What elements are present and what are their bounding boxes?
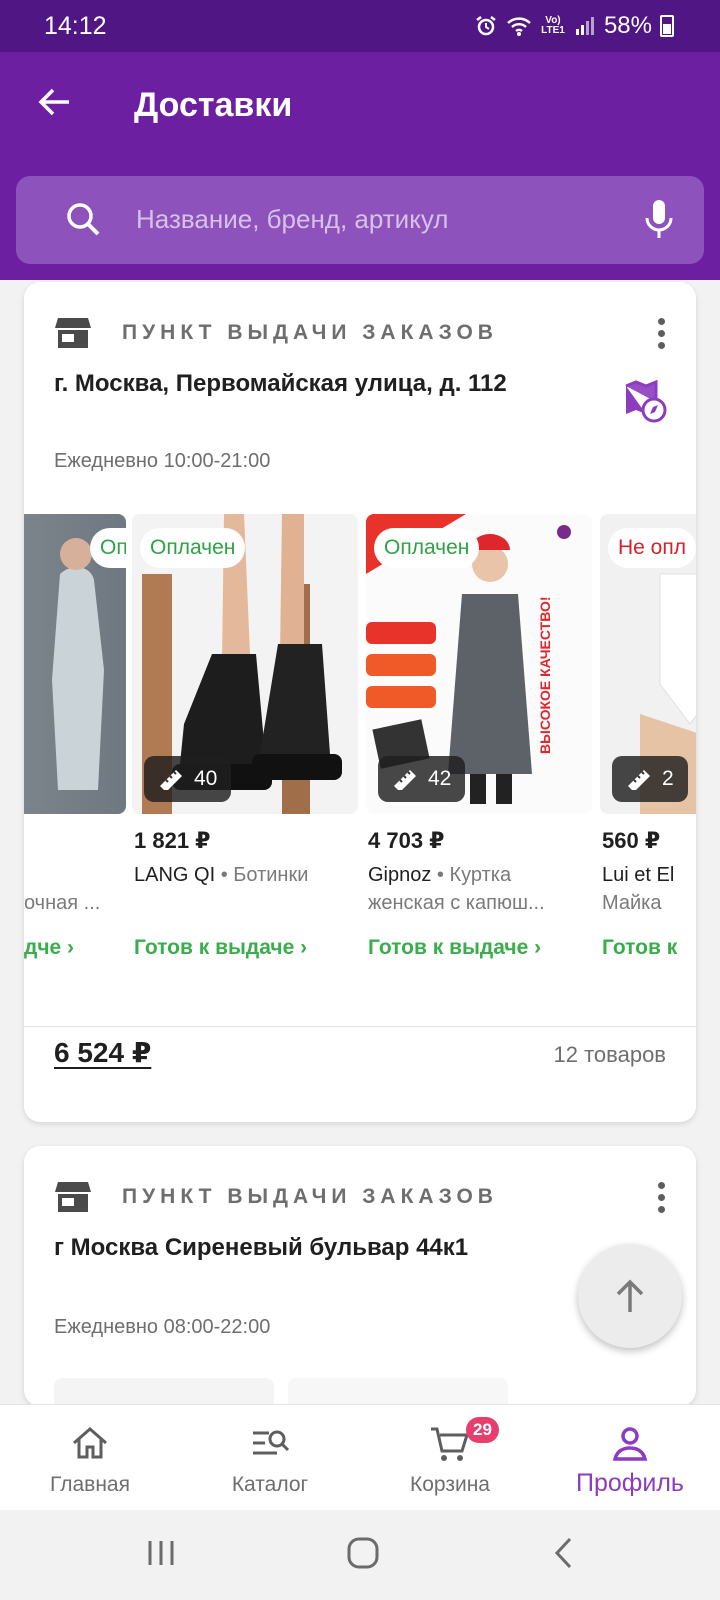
size-chip: 42 <box>378 756 466 802</box>
search-icon <box>67 203 100 236</box>
product-image-placeholder <box>54 1378 274 1406</box>
ruler-icon <box>628 770 650 790</box>
product-name: женская с капюш... <box>368 892 545 914</box>
product-status[interactable]: Готов к выдаче › <box>134 936 307 960</box>
nav-label: Корзина <box>410 1473 490 1496</box>
product-image: Оплачен <box>24 514 126 814</box>
store-icon <box>55 318 91 348</box>
catalog-search-icon <box>246 1425 294 1465</box>
page-title: Доставки <box>134 86 293 124</box>
product-status[interactable]: Готов к выдаче › <box>368 936 541 960</box>
home-circle-icon[interactable] <box>346 1536 380 1570</box>
nav-item-catalog[interactable]: Каталог <box>180 1405 360 1511</box>
map-route-icon[interactable] <box>622 378 668 424</box>
product-image: ВЫСОКОЕ КАЧЕСТВО! Оплачен 42 <box>366 514 592 814</box>
size-value: 42 <box>428 767 452 790</box>
search-bar[interactable]: Название, бренд, артикул <box>16 176 704 264</box>
status-icons: Vo) LTE1 58% <box>474 12 674 40</box>
product-category: Ботинки <box>233 864 309 886</box>
product-price: 4 703 ₽ <box>368 828 445 853</box>
nav-item-profile[interactable]: Профиль <box>540 1405 720 1511</box>
recent-apps-icon[interactable] <box>146 1538 176 1568</box>
cart-count-badge: 29 <box>466 1417 499 1443</box>
svg-text:ВЫСОКОЕ КАЧЕСТВО!: ВЫСОКОЕ КАЧЕСТВО! <box>537 596 553 754</box>
arrow-left-icon <box>38 88 69 116</box>
pickup-point-type: ПУНКТ ВЫДАЧИ ЗАКАЗОВ <box>122 321 498 344</box>
payment-badge: Не опл <box>608 528 696 568</box>
pickup-hours: Ежедневно 10:00-21:00 <box>54 450 271 472</box>
pickup-point-type: ПУНКТ ВЫДАЧИ ЗАКАЗОВ <box>122 1185 498 1208</box>
nav-label: Каталог <box>231 1473 309 1496</box>
product-brand-line: Gipnoz • Куртка <box>368 864 512 886</box>
system-navigation-bar <box>0 1510 720 1600</box>
more-options-button[interactable] <box>656 318 666 354</box>
product-price: 1 821 ₽ <box>134 828 211 853</box>
size-value: 40 <box>194 767 218 790</box>
ruler-icon <box>160 770 182 790</box>
product-name: очная ... <box>24 892 101 914</box>
search-input[interactable]: Название, бренд, артикул <box>136 204 448 235</box>
payment-badge: Оплачен <box>140 528 246 568</box>
product-price: 560 ₽ <box>602 828 661 853</box>
scroll-to-top-button[interactable] <box>578 1244 682 1348</box>
product-image: Оплачен 40 <box>132 514 358 814</box>
product-card[interactable]: Оплачен 40 1 821 ₽ LANG QI • Ботинки Гот… <box>132 514 358 959</box>
more-options-button[interactable] <box>656 1182 666 1218</box>
product-image: Не опл 2 <box>600 514 696 814</box>
wifi-icon <box>507 17 531 36</box>
product-status[interactable]: Готов к <box>602 936 677 960</box>
nav-label: Профиль <box>576 1469 684 1497</box>
product-brand: LANG QI <box>134 864 216 886</box>
profile-icon <box>606 1425 654 1465</box>
payment-badge: Оплачен <box>90 528 126 568</box>
pickup-point-card: ПУНКТ ВЫДАЧИ ЗАКАЗОВ г. Москва, Первомай… <box>24 282 696 1122</box>
microphone-icon[interactable] <box>644 198 674 242</box>
product-brand: Lui et El <box>602 864 675 886</box>
size-chip: 2 <box>612 756 688 802</box>
battery-percent: 58% <box>603 12 652 39</box>
pickup-address: г Москва Сиреневый бульвар 44к1 <box>54 1234 469 1261</box>
pickup-address: г. Москва, Первомайская улица, д. 112 <box>54 370 507 397</box>
arrow-up-icon <box>616 1279 644 1312</box>
product-card[interactable]: Оплачен очная ... дче › <box>24 514 126 959</box>
order-total[interactable]: 6 524 ₽ <box>54 1036 151 1069</box>
back-button[interactable] <box>28 76 80 128</box>
ruler-icon <box>394 770 416 790</box>
back-chevron-icon[interactable] <box>552 1536 576 1570</box>
store-icon <box>55 1182 91 1212</box>
bottom-navigation: Главная Каталог 29 Корзина Профиль <box>0 1404 720 1510</box>
products-carousel[interactable]: Оплачен очная ... дче › Оплачен 40 1 821… <box>24 514 696 964</box>
card-divider <box>24 1026 696 1027</box>
size-chip: 40 <box>144 756 232 802</box>
product-category: Куртка <box>449 864 512 886</box>
nav-label: Главная <box>50 1473 130 1496</box>
product-brand-line: LANG QI • Ботинки <box>134 864 309 886</box>
product-card[interactable]: ВЫСОКОЕ КАЧЕСТВО! Оплачен 42 4 703 ₽ Gip… <box>366 514 592 959</box>
size-value: 2 <box>662 767 674 790</box>
product-image-placeholder <box>288 1378 508 1406</box>
alarm-icon <box>476 16 496 36</box>
product-card[interactable]: Не опл 2 560 ₽ Lui et El Майка Готов к <box>600 514 696 959</box>
signal-icon <box>575 17 594 35</box>
payment-badge: Оплачен <box>374 528 480 568</box>
status-bar: 14:12 Vo) LTE1 58% <box>0 0 720 52</box>
battery-icon <box>660 15 674 37</box>
product-name: Майка <box>602 892 662 914</box>
product-brand: Gipnoz <box>368 864 432 886</box>
nav-item-home[interactable]: Главная <box>0 1405 180 1511</box>
nav-item-cart[interactable]: 29 Корзина <box>360 1405 540 1511</box>
product-status[interactable]: дче › <box>24 936 74 960</box>
pickup-hours: Ежедневно 08:00-22:00 <box>54 1316 271 1338</box>
network-type: Vo) LTE1 <box>541 15 565 36</box>
home-icon <box>66 1425 114 1465</box>
status-time: 14:12 <box>44 12 107 40</box>
pickup-point-header: ПУНКТ ВЫДАЧИ ЗАКАЗОВ <box>54 316 498 350</box>
items-count: 12 товаров <box>553 1042 666 1067</box>
pickup-point-header: ПУНКТ ВЫДАЧИ ЗАКАЗОВ <box>54 1180 498 1214</box>
